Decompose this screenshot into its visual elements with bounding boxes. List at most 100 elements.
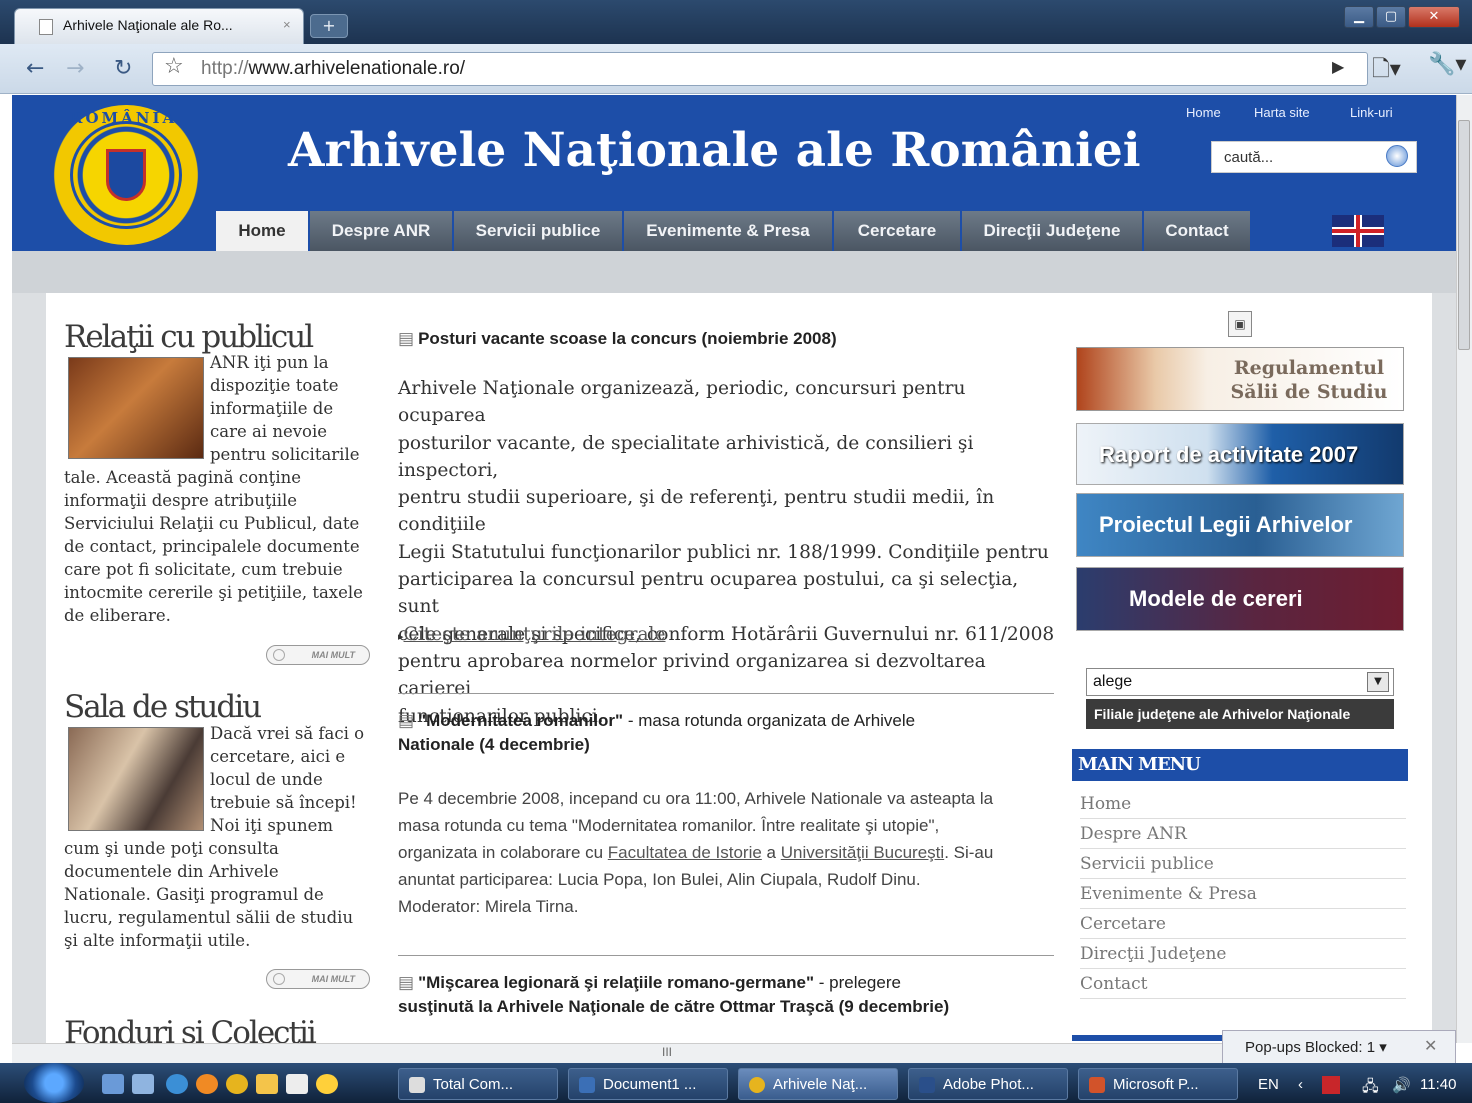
taskbar-total-commander[interactable]: Total Com... [398, 1068, 558, 1100]
main-menu-cercetare[interactable]: Cercetare [1080, 909, 1406, 939]
universitatea-link[interactable]: Universităţii Bucureşti [781, 843, 944, 862]
reload-icon[interactable]: ↻ [114, 56, 132, 81]
page-icon [39, 19, 53, 35]
popups-blocked-indicator[interactable]: Pop-ups Blocked: 1 ▾ [1222, 1030, 1456, 1064]
proiectul-legii-banner[interactable]: Proiectul Legii Arhivelor [1076, 493, 1404, 557]
mai-mult-button[interactable]: MAI MULT [266, 969, 370, 989]
stairs-photo [68, 357, 204, 459]
search-icon[interactable] [1386, 145, 1408, 167]
tab-title: Arhivele Naţionale ale Ro... [63, 17, 233, 33]
facultatea-link[interactable]: Facultatea de Istorie [608, 843, 762, 862]
nav-cercetare[interactable]: Cercetare [834, 211, 962, 251]
section-title-fonduri[interactable]: Fonduri si Colectii [64, 1015, 317, 1043]
star-icon[interactable]: ☆ [164, 54, 184, 79]
chevron-down-icon[interactable]: ▼ [1367, 672, 1389, 692]
chrome-icon[interactable] [226, 1074, 248, 1094]
news-title-posturi[interactable]: ▤ Posturi vacante scoase la concurs (noie… [398, 327, 1058, 351]
filiale-button[interactable]: Filiale judeţene ale Arhivelor Naţionale [1086, 699, 1394, 729]
nav-servicii-publice[interactable]: Servicii publice [454, 211, 624, 251]
internet-explorer-icon[interactable] [166, 1074, 188, 1094]
coat-of-arms-logo[interactable]: ROMÂNIA [52, 105, 200, 245]
broken-image-icon: ▣ [1228, 311, 1252, 337]
network-icon[interactable]: 🖧 [1362, 1076, 1379, 1101]
taskbar-powerpoint[interactable]: Microsoft P... [1078, 1068, 1238, 1100]
language-indicator[interactable]: EN [1258, 1076, 1279, 1093]
news-body-modernitatea: Pe 4 decembrie 2008, incepand cu ora 11:… [398, 789, 994, 916]
document-icon: ▤ [398, 973, 415, 992]
news-title-miscarea[interactable]: ▤ "Mişcarea legionară şi relaţiile romano… [398, 971, 1078, 1019]
main-menu-home[interactable]: Home [1080, 789, 1406, 819]
divider [398, 693, 1054, 694]
reading-room-photo [68, 727, 204, 831]
main-menu-despre[interactable]: Despre ANR [1080, 819, 1406, 849]
close-window-button[interactable]: ✕ [1408, 6, 1460, 28]
scrollbar-thumb[interactable] [1458, 120, 1470, 350]
page-menu-icon[interactable]: 🗋▾ [1372, 52, 1401, 90]
modele-cereri-banner[interactable]: Modele de cereri [1076, 567, 1404, 631]
web-page: ROMÂNIA Arhivele Naţionale ale României … [12, 95, 1456, 1043]
back-arrow-icon[interactable]: ← [26, 56, 44, 81]
firefox-icon[interactable] [196, 1074, 218, 1094]
english-flag-icon[interactable] [1332, 215, 1384, 247]
document-icon: ▤ [398, 329, 415, 348]
news-title-modernitatea[interactable]: ▤ "Modernitatea romanilor" - masa rotunda… [398, 709, 1058, 757]
volume-icon[interactable]: 🔊 [1392, 1076, 1411, 1094]
divider [398, 955, 1054, 956]
forward-arrow-icon[interactable]: → [66, 56, 84, 81]
nav-despre-anr[interactable]: Despre ANR [310, 211, 454, 251]
document-icon: ▤ [398, 711, 415, 730]
top-link-sitemap[interactable]: Harta site [1254, 105, 1310, 120]
show-desktop-icon[interactable] [102, 1074, 124, 1094]
section-title-sala[interactable]: Sala de studiu [64, 689, 262, 725]
address-bar[interactable]: http://www.arhivelenationale.ro/ [152, 52, 1368, 86]
filiale-select[interactable]: alege [1086, 668, 1394, 696]
windows-taskbar [0, 1063, 1472, 1103]
floppy-icon[interactable] [286, 1074, 308, 1094]
close-icon[interactable]: ✕ [1424, 1036, 1437, 1056]
header-band [12, 251, 1456, 293]
minimize-button[interactable]: ▁ [1344, 6, 1374, 28]
raport-activitate-banner[interactable]: Raport de activitate 2007 [1076, 423, 1404, 485]
messenger-icon[interactable] [316, 1074, 338, 1094]
nav-home[interactable]: Home [216, 211, 310, 251]
main-menu-title: MAIN MENU [1072, 749, 1408, 781]
browser-tab[interactable]: Arhivele Naţionale ale Ro... × [14, 8, 304, 44]
main-menu-servicii[interactable]: Servicii publice [1080, 849, 1406, 879]
regulament-banner[interactable]: Regulamentul Sălii de Studiu [1076, 347, 1404, 411]
site-title: Arhivele Naţionale ale României [288, 123, 1141, 178]
taskbar-chrome-arhivele[interactable]: Arhivele Naţ... [738, 1068, 898, 1100]
read-more-link[interactable]: ▸Citeşte anunţurile integrale [398, 621, 666, 650]
top-link-links[interactable]: Link-uri [1350, 105, 1393, 120]
start-button[interactable] [24, 1063, 84, 1103]
wrench-icon[interactable]: 🔧▾ [1428, 52, 1466, 77]
taskbar-word-document[interactable]: Document1 ... [568, 1068, 728, 1100]
news-body-posturi: Arhivele Naţionale organizează, periodic… [398, 378, 1055, 727]
maximize-button[interactable]: ▢ [1376, 6, 1406, 28]
relatii-body-text: tale. Această pagină conţine informaţii d… [64, 468, 363, 625]
tab-close-icon[interactable]: × [283, 17, 291, 32]
taskbar-photoshop[interactable]: Adobe Phot... [908, 1068, 1068, 1100]
sala-wrap-text: Dacă vrei să faci o cercetare, aici e locu… [210, 724, 365, 835]
top-link-home[interactable]: Home [1186, 105, 1221, 120]
switch-windows-icon[interactable] [132, 1074, 154, 1094]
new-tab-button[interactable]: + [310, 14, 348, 38]
main-menu-directii[interactable]: Direcţii Judeţene [1080, 939, 1406, 969]
folder-icon[interactable] [256, 1074, 278, 1094]
seal-text: ROMÂNIA [70, 109, 178, 127]
scroll-grip: III [662, 1045, 673, 1059]
main-menu-contact[interactable]: Contact [1080, 969, 1406, 999]
section-title-relatii[interactable]: Relaţii cu publicul [64, 319, 314, 355]
nav-directii-judetene[interactable]: Direcţii Judeţene [962, 211, 1144, 251]
antivirus-icon[interactable] [1322, 1076, 1340, 1094]
url-scheme: http:// [201, 58, 249, 79]
tray-arrow-icon[interactable]: ‹ [1298, 1076, 1303, 1093]
url-host: www.arhivelenationale.ro/ [248, 58, 466, 79]
clock[interactable]: 11:40 [1420, 1076, 1456, 1093]
main-menu-evenimente[interactable]: Evenimente & Presa [1080, 879, 1406, 909]
nav-evenimente-presa[interactable]: Evenimente & Presa [624, 211, 834, 251]
sala-body-text: cum şi unde poţi consulta documentele din… [64, 839, 354, 950]
go-icon[interactable]: ▶ [1332, 57, 1344, 76]
relatii-wrap-text: ANR iţi pun la dispoziţie toate informaţii… [210, 353, 360, 464]
nav-contact[interactable]: Contact [1144, 211, 1252, 251]
mai-mult-button[interactable]: MAI MULT [266, 645, 370, 665]
